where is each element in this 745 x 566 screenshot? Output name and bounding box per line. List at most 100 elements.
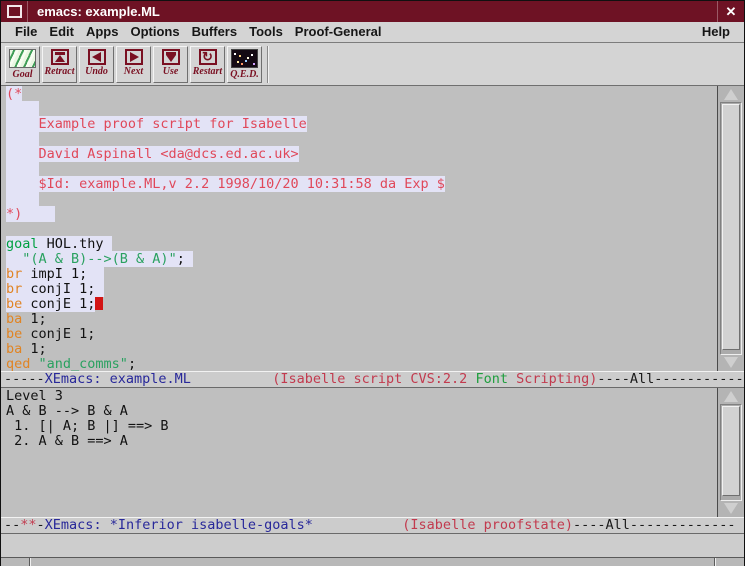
modeline-goals-buffer: --**-XEmacs: *Inferior isabelle-goals* (… [1, 517, 744, 534]
code-line: goal HOL.thy [6, 237, 717, 252]
modeline-segment: ** [20, 517, 36, 533]
code-segment: goal [6, 236, 39, 252]
modeline-segment: XEmacs: *Inferior isabelle-goals* [45, 517, 313, 533]
code-segment: impI 1; [22, 266, 103, 282]
toolbar-button-label: Restart [193, 66, 222, 77]
code-segment: ba [6, 311, 22, 327]
code-line: qed "and_comms"; [6, 357, 717, 371]
toolbar-button-restart[interactable]: ↻Restart [190, 46, 225, 83]
menu-help-group: Help [696, 23, 736, 41]
use-arrow-icon [162, 49, 180, 65]
toolbar-separator [267, 46, 269, 83]
goals-line: 2. A & B ==> A [6, 434, 717, 449]
menu-item-buffers[interactable]: Buffers [186, 24, 244, 39]
code-segment: ; [128, 356, 136, 371]
toolbar-button-label: Undo [85, 66, 108, 77]
code-segment: "(A & B)-->(B & A)" [22, 251, 176, 267]
menu-bar: FileEditAppsOptionsBuffersToolsProof-Gen… [1, 22, 744, 43]
menu-item-apps[interactable]: Apps [80, 24, 125, 39]
code-segment: ba [6, 341, 22, 357]
code-segment [6, 161, 39, 177]
code-segment: 1; [22, 311, 46, 327]
retract-arrow-icon [51, 49, 69, 65]
code-segment: Example proof script for Isabelle [6, 116, 307, 132]
modeline-segment: ----- [4, 371, 45, 387]
undo-arrow-icon [88, 49, 106, 65]
code-line: be conjE 1; [6, 297, 717, 312]
modeline-segment: XEmacs: example.ML [45, 371, 191, 387]
menu-item-file[interactable]: File [9, 24, 43, 39]
window-resize-frame[interactable] [1, 557, 744, 566]
code-segment: *) [6, 206, 55, 222]
menu-item-options[interactable]: Options [124, 24, 185, 39]
code-line [6, 102, 717, 117]
code-segment: ; [177, 251, 193, 267]
toolbar-button-q-e-d[interactable]: Q.E.D. [227, 46, 262, 83]
code-segment: be [6, 326, 22, 342]
code-line [6, 132, 717, 147]
toolbar-button-undo[interactable]: Undo [79, 46, 114, 83]
modeline-segment: Font [475, 371, 508, 387]
toolbar-button-label: Use [163, 66, 179, 77]
scrollbar-thumb[interactable] [722, 406, 740, 496]
script-buffer-area: (* Example proof script for Isabelle Dav… [1, 86, 744, 371]
scrollbar-track[interactable] [720, 102, 742, 355]
window-title: emacs: example.ML [28, 1, 717, 22]
scrollbar-thumb[interactable] [722, 104, 740, 350]
minibuffer[interactable] [1, 534, 744, 557]
scrollbar-down-arrow-icon[interactable] [721, 356, 742, 369]
code-segment: conjE 1; [22, 326, 95, 342]
toolbar-button-retract[interactable]: Retract [42, 46, 77, 83]
toolbar-button-label: Retract [45, 66, 75, 77]
goals-scrollbar[interactable] [717, 388, 744, 517]
code-segment: (* [6, 86, 22, 102]
script-buffer[interactable]: (* Example proof script for Isabelle Dav… [1, 86, 717, 371]
code-segment: "and_comms" [39, 356, 128, 371]
menu-item-proof-general[interactable]: Proof-General [289, 24, 388, 39]
code-line: be conjE 1; [6, 327, 717, 342]
text-cursor [95, 297, 103, 310]
modeline-script-buffer: -----XEmacs: example.ML (Isabelle script… [1, 371, 744, 388]
scrollbar-track[interactable] [720, 404, 742, 501]
scrollbar-down-arrow-icon[interactable] [721, 502, 742, 515]
scrollbar-up-arrow-icon[interactable] [721, 390, 742, 403]
code-segment: be [6, 296, 22, 312]
modeline-segment: ----All----------- [597, 371, 743, 387]
menu-item-edit[interactable]: Edit [43, 24, 80, 39]
menu-item-help[interactable]: Help [696, 24, 736, 39]
toolbar: Goal Retract Undo Next Use ↻Restart Q.E.D. [1, 43, 744, 86]
script-scrollbar[interactable] [717, 86, 744, 371]
code-segment [6, 131, 39, 147]
toolbar-button-goal[interactable]: Goal [5, 46, 40, 83]
code-line: David Aspinall <da@dcs.ed.ac.uk> [6, 147, 717, 162]
next-arrow-icon [125, 49, 143, 65]
toolbar-button-label: Goal [13, 69, 33, 80]
code-segment [6, 191, 39, 207]
code-segment: $Id: example.ML,v 2.2 1998/10/20 10:31:5… [6, 176, 445, 192]
modeline-segment: (Isabelle script CVS:2.2 [272, 371, 475, 387]
code-segment: 1; [22, 341, 46, 357]
window-menu-button[interactable] [1, 1, 28, 22]
scrollbar-up-arrow-icon[interactable] [721, 88, 742, 101]
code-line [6, 162, 717, 177]
toolbar-button-use[interactable]: Use [153, 46, 188, 83]
goal-script-icon [9, 49, 36, 68]
modeline-segment [191, 371, 272, 387]
code-segment: br [6, 266, 22, 282]
code-line: ba 1; [6, 312, 717, 327]
code-line: ba 1; [6, 342, 717, 357]
resize-corner-divider [714, 558, 716, 566]
code-segment: conjE 1; [22, 296, 95, 312]
code-line [6, 192, 717, 207]
goals-buffer[interactable]: Level 3A & B --> B & A 1. [| A; B |] ==>… [1, 388, 717, 517]
close-button[interactable]: ✕ [717, 1, 744, 22]
modeline-segment [313, 517, 402, 533]
toolbar-button-label: Q.E.D. [230, 69, 259, 80]
code-line: "(A & B)-->(B & A)"; [6, 252, 717, 267]
title-bar[interactable]: emacs: example.ML ✕ [1, 0, 744, 22]
restart-cycle-icon: ↻ [199, 49, 217, 65]
modeline-segment: (Isabelle proofstate) [402, 517, 573, 533]
toolbar-button-next[interactable]: Next [116, 46, 151, 83]
menu-item-tools[interactable]: Tools [243, 24, 289, 39]
modeline-segment: - [37, 517, 45, 533]
